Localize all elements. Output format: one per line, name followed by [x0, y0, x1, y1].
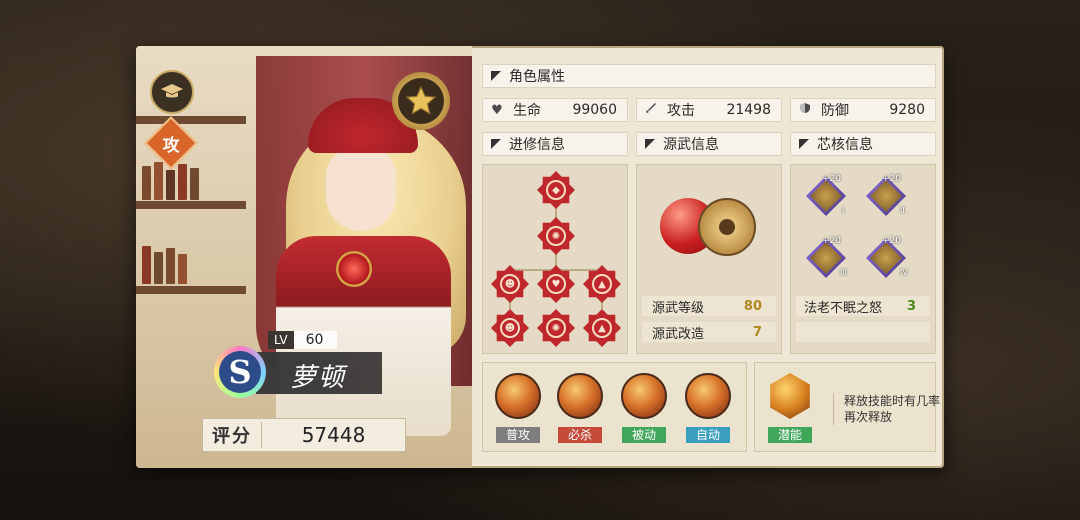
core-level: +20	[822, 236, 841, 246]
stat-value: 9280	[889, 102, 925, 118]
core-set-count: 3	[906, 298, 916, 314]
attributes-title: 角色属性	[509, 69, 565, 85]
core-level: +20	[882, 236, 901, 246]
stat-label: 攻击	[667, 103, 695, 119]
bookshelf	[136, 201, 246, 209]
training-node-left-1[interactable]: ☻	[491, 265, 529, 303]
rank-letter: S	[219, 351, 261, 393]
passive-skill-icon[interactable]	[621, 373, 667, 419]
stat-value: 21498	[726, 102, 771, 118]
corner-marker-icon	[799, 139, 809, 149]
training-node-right-1[interactable]: ▲	[583, 265, 621, 303]
bookshelf	[136, 116, 246, 124]
weapon-level-value: 80	[743, 298, 762, 314]
attributes-header: 角色属性	[482, 64, 936, 88]
weapon-refine-label: 源武改造	[652, 326, 705, 342]
stat-defense: 防御 9280	[790, 98, 936, 122]
character-gem	[336, 251, 372, 287]
ultimate-skill-icon[interactable]	[557, 373, 603, 419]
character-panel: 攻 LV 60 萝顿 S 评分 57448 角色属性 ♥ 生命 99060 攻击…	[136, 46, 944, 468]
ultimate-tag: 必杀	[558, 427, 602, 443]
training-header: 进修信息	[482, 132, 628, 156]
training-title: 进修信息	[509, 137, 565, 153]
level-display: LV 60	[268, 331, 338, 349]
training-node-center-1[interactable]: ♥	[537, 265, 575, 303]
auto-tag: 自动	[686, 427, 730, 443]
core-set-row: 法老不眠之怒 3	[796, 296, 930, 316]
book	[142, 246, 151, 284]
stat-attack: 攻击 21498	[636, 98, 782, 122]
core-level: +20	[822, 174, 841, 184]
character-portrait: 攻 LV 60 萝顿 S 评分 57448	[136, 46, 472, 468]
name-bar: 萝顿	[256, 352, 382, 394]
book	[190, 168, 199, 200]
rank-badge: S	[214, 346, 266, 398]
book	[178, 164, 187, 200]
book	[166, 170, 175, 200]
core-roman: II	[900, 206, 905, 215]
score-value: 57448	[301, 423, 366, 447]
stat-label: 防御	[821, 103, 849, 119]
passive-tag: 被动	[622, 427, 666, 443]
stat-label: 生命	[513, 103, 541, 119]
training-node-mid[interactable]: ✺	[537, 217, 575, 255]
core-title: 芯核信息	[817, 137, 873, 153]
weapon-title: 源武信息	[663, 137, 719, 153]
weapon-gear-icon[interactable]	[698, 198, 756, 256]
skills-box: 普攻 必杀 被动 自动	[482, 362, 747, 452]
weapon-refine-row: 源武改造 7	[642, 322, 776, 342]
training-node-center-2[interactable]: ✺	[537, 309, 575, 347]
graduation-cap-icon[interactable]	[150, 70, 194, 114]
character-name: 萝顿	[290, 363, 347, 393]
training-node-right-2[interactable]: ▲	[583, 309, 621, 347]
potential-description: 释放技能时有几率再次释放	[833, 393, 940, 425]
stat-hp: ♥ 生命 99060	[482, 98, 628, 122]
potential-tag: 潜能	[768, 427, 812, 443]
normal-attack-skill-icon[interactable]	[495, 373, 541, 419]
potential-skill-icon[interactable]	[770, 373, 810, 419]
stat-value: 99060	[572, 102, 617, 118]
training-node-top[interactable]: ◆	[537, 171, 575, 209]
core-roman: IV	[900, 268, 908, 277]
character-face	[326, 146, 396, 231]
star-rank-emblem[interactable]	[392, 72, 450, 130]
training-node-left-2[interactable]: ☻	[491, 309, 529, 347]
shield-icon	[795, 102, 815, 118]
auto-skill-icon[interactable]	[685, 373, 731, 419]
corner-marker-icon	[491, 139, 501, 149]
core-level: +20	[882, 174, 901, 184]
bookshelf	[136, 286, 246, 294]
weapon-level-label: 源武等级	[652, 300, 705, 316]
score-label: 评分	[203, 422, 262, 448]
training-tree-panel: ◆ ✺ ☻ ♥ ▲ ☻ ✺ ▲	[482, 164, 628, 354]
potential-box: 潜能 释放技能时有几率再次释放	[754, 362, 940, 452]
book	[154, 162, 163, 200]
attack-class-badge: 攻	[144, 116, 198, 170]
level-tag: LV	[268, 331, 294, 349]
core-header: 芯核信息	[790, 132, 936, 156]
book	[154, 252, 163, 284]
core-roman: I	[842, 206, 845, 215]
corner-marker-icon	[645, 139, 655, 149]
core-empty-row	[796, 322, 930, 342]
book	[178, 254, 187, 284]
book	[166, 248, 175, 284]
book	[142, 166, 151, 200]
score-box: 评分 57448	[202, 418, 406, 452]
class-badge-label: 攻	[162, 135, 180, 156]
weapon-level-row: 源武等级 80	[642, 296, 776, 316]
heart-icon: ♥	[491, 102, 503, 118]
level-value: 60	[305, 332, 324, 348]
sword-icon	[641, 102, 661, 118]
weapon-refine-value: 7	[752, 324, 762, 340]
core-set-name: 法老不眠之怒	[804, 300, 883, 316]
normal-attack-tag: 普攻	[496, 427, 540, 443]
core-roman: III	[840, 268, 848, 277]
corner-marker-icon	[491, 71, 501, 81]
weapon-header: 源武信息	[636, 132, 782, 156]
